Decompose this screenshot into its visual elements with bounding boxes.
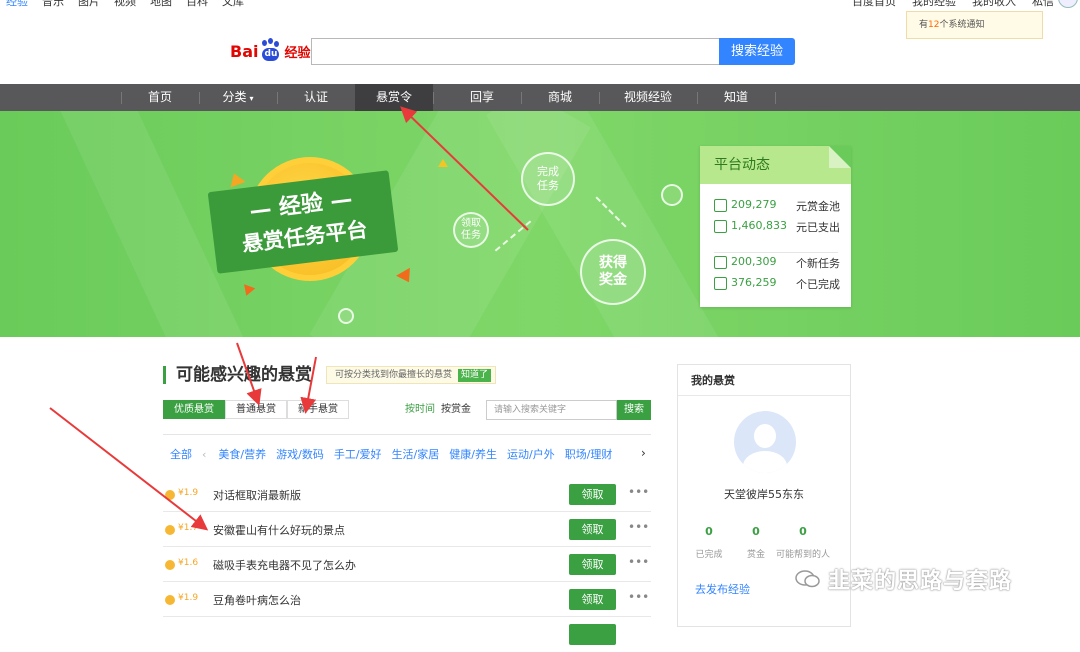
annotation-arrow <box>49 407 209 531</box>
claim-button[interactable] <box>569 624 616 645</box>
annotation-arrow <box>400 106 529 231</box>
annotation-arrow <box>236 342 262 406</box>
annotation-arrow <box>300 356 317 414</box>
annotation-arrows <box>49 106 529 531</box>
